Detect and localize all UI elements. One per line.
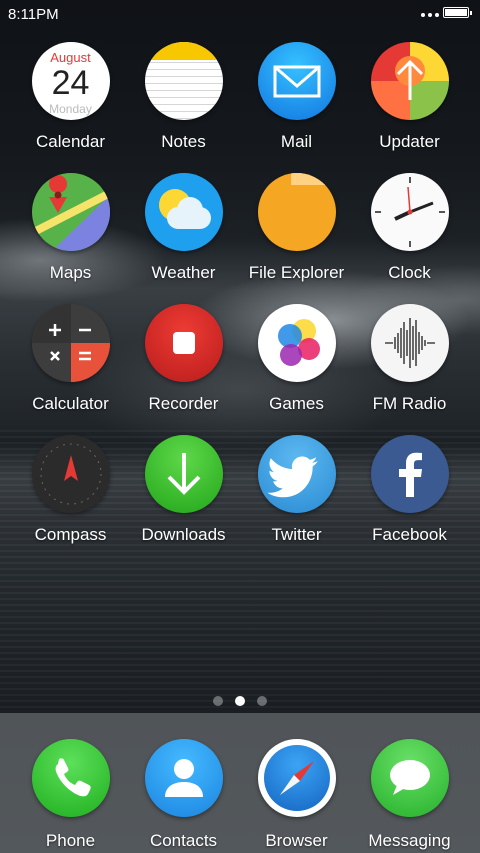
phone-icon — [31, 739, 110, 817]
page-indicator — [0, 696, 480, 706]
app-label: Phone — [45, 831, 96, 850]
twitter-icon — [257, 435, 336, 513]
mail-icon — [257, 42, 336, 120]
calendar-icon: August 24 Monday — [31, 42, 110, 120]
page-dot[interactable] — [213, 696, 223, 706]
battery-icon — [443, 7, 472, 18]
recorder-icon — [144, 304, 223, 382]
dock: Phone Contacts Browser Messaging — [0, 713, 480, 853]
updater-icon — [370, 42, 449, 120]
app-label: Downloads — [141, 525, 226, 544]
app-updater[interactable]: Updater — [353, 42, 466, 152]
calendar-month: August — [50, 50, 91, 65]
app-label: Messaging — [368, 831, 451, 850]
app-label: Weather — [151, 263, 216, 282]
app-label: Facebook — [372, 525, 447, 544]
app-label: Recorder — [148, 394, 219, 413]
app-mail[interactable]: Mail — [240, 42, 353, 152]
app-fm-radio[interactable]: FM Radio — [353, 304, 466, 414]
compass-icon — [31, 435, 110, 513]
app-games[interactable]: Games — [240, 304, 353, 414]
app-label: Notes — [161, 132, 206, 151]
folder-icon — [257, 173, 336, 251]
app-notes[interactable]: Notes — [127, 42, 240, 152]
dock-contacts[interactable]: Contacts — [127, 739, 240, 851]
app-label: Contacts — [149, 831, 218, 850]
status-bar: 8:11PM — [0, 0, 480, 28]
notes-icon — [144, 42, 223, 120]
app-calendar[interactable]: August 24 Monday Calendar — [14, 42, 127, 152]
app-label: Browser — [265, 831, 328, 850]
facebook-icon — [370, 435, 449, 513]
calendar-day: 24 — [51, 64, 90, 102]
status-time: 8:11PM — [8, 6, 59, 23]
games-icon — [257, 304, 336, 382]
page-dot-active[interactable] — [235, 696, 245, 706]
app-facebook[interactable]: Facebook — [353, 435, 466, 545]
weather-icon — [144, 173, 223, 251]
page-dot[interactable] — [257, 696, 267, 706]
app-label: Clock — [388, 263, 431, 282]
app-recorder[interactable]: Recorder — [127, 304, 240, 414]
dock-phone[interactable]: Phone — [14, 739, 127, 851]
radio-icon — [370, 304, 449, 382]
app-calculator[interactable]: Calculator — [14, 304, 127, 414]
download-icon — [144, 435, 223, 513]
app-label: FM Radio — [372, 394, 447, 413]
app-label: Mail — [280, 132, 313, 151]
app-label: Maps — [49, 263, 92, 282]
browser-icon — [257, 739, 336, 817]
calendar-weekday: Monday — [49, 102, 92, 116]
app-label: Updater — [379, 132, 440, 151]
app-weather[interactable]: Weather — [127, 173, 240, 283]
signal-dots-icon — [421, 13, 439, 17]
app-downloads[interactable]: Downloads — [127, 435, 240, 545]
messaging-icon — [370, 739, 449, 817]
app-twitter[interactable]: Twitter — [240, 435, 353, 545]
contacts-icon — [144, 739, 223, 817]
app-label: Twitter — [271, 525, 322, 544]
app-label: Calculator — [32, 394, 109, 413]
dock-messaging[interactable]: Messaging — [353, 739, 466, 851]
app-label: Calendar — [36, 132, 105, 151]
app-label: Compass — [34, 525, 107, 544]
app-label: Games — [269, 394, 324, 413]
app-compass[interactable]: Compass — [14, 435, 127, 545]
clock-icon — [370, 173, 449, 251]
app-maps[interactable]: Maps — [14, 173, 127, 283]
app-label: File Explorer — [248, 263, 345, 282]
maps-icon — [31, 173, 110, 251]
dock-browser[interactable]: Browser — [240, 739, 353, 851]
app-clock[interactable]: Clock — [353, 173, 466, 283]
app-file-explorer[interactable]: File Explorer — [240, 173, 353, 283]
calculator-icon — [31, 304, 110, 382]
